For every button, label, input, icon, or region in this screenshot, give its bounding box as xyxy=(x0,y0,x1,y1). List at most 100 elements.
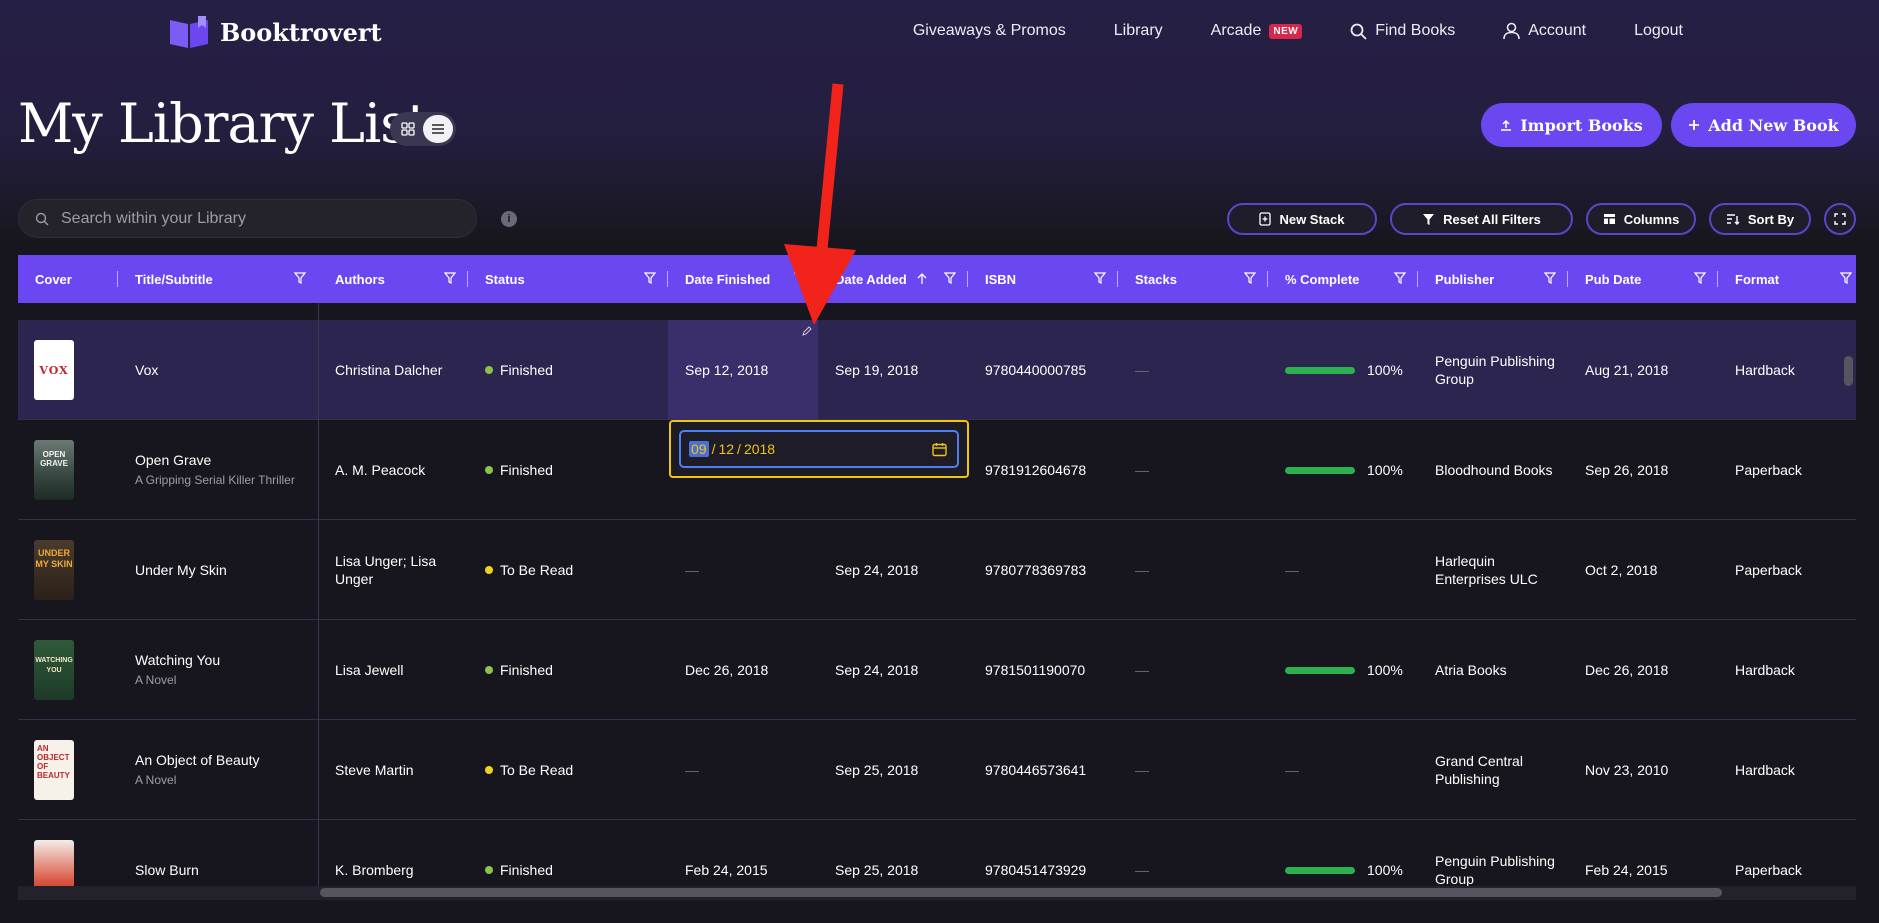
complete-cell[interactable]: — xyxy=(1285,720,1299,820)
filter-icon[interactable] xyxy=(1694,272,1706,284)
nav-library[interactable]: Library xyxy=(1114,22,1163,40)
column-header-publisher[interactable]: Publisher xyxy=(1418,255,1568,303)
table-row[interactable]: WATCHING YOU Watching You A Novel Lisa Je… xyxy=(18,620,1856,720)
column-header-isbn[interactable]: ISBN xyxy=(968,255,1118,303)
column-header-authors[interactable]: Authors xyxy=(318,255,468,303)
format-cell[interactable]: Paperback xyxy=(1735,520,1802,620)
column-header-cover[interactable]: Cover xyxy=(18,255,118,303)
column-header-complete[interactable]: % Complete xyxy=(1268,255,1418,303)
column-header-format[interactable]: Format xyxy=(1718,255,1856,303)
filter-icon[interactable] xyxy=(294,272,306,284)
book-cover[interactable]: UNDER MY SKIN xyxy=(34,540,74,600)
filter-icon[interactable] xyxy=(1394,272,1406,284)
column-header-date-finished[interactable]: Date Finished xyxy=(668,255,818,303)
status-cell[interactable]: Finished xyxy=(485,620,553,720)
title-cell[interactable]: Open Grave A Gripping Serial Killer Thril… xyxy=(135,420,310,520)
filter-icon[interactable] xyxy=(944,272,956,284)
column-header-date-added[interactable]: Date Added xyxy=(818,255,968,303)
reset-filters-button[interactable]: Reset All Filters xyxy=(1390,203,1573,235)
grid-view-button[interactable] xyxy=(393,115,423,143)
stacks-cell[interactable]: — xyxy=(1135,720,1149,820)
date-added-cell[interactable]: Sep 24, 2018 xyxy=(835,620,918,720)
format-cell[interactable]: Hardback xyxy=(1735,620,1795,720)
complete-cell[interactable]: 100% xyxy=(1285,320,1403,420)
date-finished-cell[interactable]: — xyxy=(685,520,699,620)
column-header-title[interactable]: Title/Subtitle xyxy=(118,255,318,303)
format-cell[interactable]: Paperback xyxy=(1735,420,1802,520)
book-publisher: Penguin Publishing Group xyxy=(1435,853,1555,887)
filter-icon[interactable] xyxy=(1244,272,1256,284)
sort-ascending-icon[interactable] xyxy=(917,273,927,285)
date-added-cell[interactable]: Sep 25, 2018 xyxy=(835,720,918,820)
search-input[interactable] xyxy=(61,209,441,228)
date-finished-cell[interactable]: Sep 12, 2018 xyxy=(685,320,768,420)
filter-icon[interactable] xyxy=(1840,272,1852,284)
day-segment[interactable]: 12 xyxy=(718,441,734,457)
info-icon[interactable]: i xyxy=(501,211,517,227)
date-finished-cell[interactable]: — xyxy=(685,720,699,820)
filter-icon[interactable] xyxy=(794,272,806,284)
status-cell[interactable]: To Be Read xyxy=(485,520,573,620)
book-pub-date: Sep 26, 2018 xyxy=(1585,462,1669,478)
nav-logout[interactable]: Logout xyxy=(1634,22,1683,40)
logo[interactable]: Booktrovert xyxy=(168,14,382,50)
filter-icon[interactable] xyxy=(644,272,656,284)
date-added-cell[interactable]: Sep 24, 2018 xyxy=(835,520,918,620)
library-search[interactable] xyxy=(18,199,477,238)
stacks-cell[interactable]: — xyxy=(1135,320,1149,420)
add-new-book-button[interactable]: Add New Book xyxy=(1671,103,1856,147)
table-row[interactable]: VOX Vox Christina Dalcher Finished Sep 1… xyxy=(18,320,1856,420)
format-cell[interactable]: Hardback xyxy=(1735,320,1795,420)
horizontal-scrollbar[interactable] xyxy=(320,888,1722,897)
date-finished-input[interactable]: 09 / 12 / 2018 xyxy=(679,430,959,468)
stacks-cell[interactable]: — xyxy=(1135,520,1149,620)
format-cell[interactable]: Hardback xyxy=(1735,720,1795,820)
calendar-icon[interactable] xyxy=(932,442,947,457)
title-cell[interactable]: Vox xyxy=(135,320,158,420)
book-format: Paperback xyxy=(1735,462,1802,478)
fullscreen-button[interactable] xyxy=(1824,203,1856,235)
columns-button[interactable]: Columns xyxy=(1586,203,1696,235)
new-stack-label: New Stack xyxy=(1279,211,1345,227)
book-cover[interactable]: WATCHING YOU xyxy=(34,640,74,700)
nav-account[interactable]: Account xyxy=(1503,22,1586,40)
column-header-pub-date[interactable]: Pub Date xyxy=(1568,255,1718,303)
vertical-scrollbar[interactable] xyxy=(1844,356,1853,386)
view-toggle[interactable] xyxy=(390,112,456,146)
nav-arcade[interactable]: Arcade NEW xyxy=(1211,22,1303,40)
column-label: ISBN xyxy=(985,271,1017,287)
column-header-stacks[interactable]: Stacks xyxy=(1118,255,1268,303)
book-cover[interactable]: OPEN GRAVE xyxy=(34,440,74,500)
import-books-button[interactable]: Import Books xyxy=(1481,103,1662,147)
nav-find-books[interactable]: Find Books xyxy=(1350,22,1455,40)
nav-giveaways[interactable]: Giveaways & Promos xyxy=(913,22,1066,40)
month-segment[interactable]: 09 xyxy=(689,441,709,457)
date-added-cell[interactable]: Sep 19, 2018 xyxy=(835,320,918,420)
complete-cell[interactable]: 100% xyxy=(1285,620,1403,720)
status-cell[interactable]: Finished xyxy=(485,420,553,520)
column-header-status[interactable]: Status xyxy=(468,255,668,303)
stacks-cell[interactable]: — xyxy=(1135,420,1149,520)
title-cell[interactable]: Watching You A Novel xyxy=(135,620,310,720)
filter-icon[interactable] xyxy=(444,272,456,284)
new-stack-button[interactable]: New Stack xyxy=(1227,203,1377,235)
filter-icon[interactable] xyxy=(1544,272,1556,284)
title-cell[interactable]: Under My Skin xyxy=(135,520,227,620)
sort-by-button[interactable]: Sort By xyxy=(1709,203,1811,235)
book-subtitle: A Novel xyxy=(135,772,177,787)
status-cell[interactable]: Finished xyxy=(485,320,553,420)
date-finished-cell[interactable]: Dec 26, 2018 xyxy=(685,620,768,720)
table-row[interactable]: AN OBJECT OF BEAUTY An Object of Beauty A… xyxy=(18,720,1856,820)
list-view-button[interactable] xyxy=(423,115,453,143)
table-row[interactable]: UNDER MY SKIN Under My Skin Lisa Unger; … xyxy=(18,520,1856,620)
complete-cell[interactable]: — xyxy=(1285,520,1299,620)
filter-icon[interactable] xyxy=(1094,272,1106,284)
book-cover[interactable]: AN OBJECT OF BEAUTY xyxy=(34,740,74,800)
status-cell[interactable]: To Be Read xyxy=(485,720,573,820)
complete-cell[interactable]: 100% xyxy=(1285,420,1403,520)
book-cover[interactable]: VOX xyxy=(34,340,74,400)
title-cell[interactable]: An Object of Beauty A Novel xyxy=(135,720,310,820)
stacks-cell[interactable]: — xyxy=(1135,620,1149,720)
year-segment[interactable]: 2018 xyxy=(744,441,775,457)
edit-pencil-icon[interactable] xyxy=(802,326,812,336)
